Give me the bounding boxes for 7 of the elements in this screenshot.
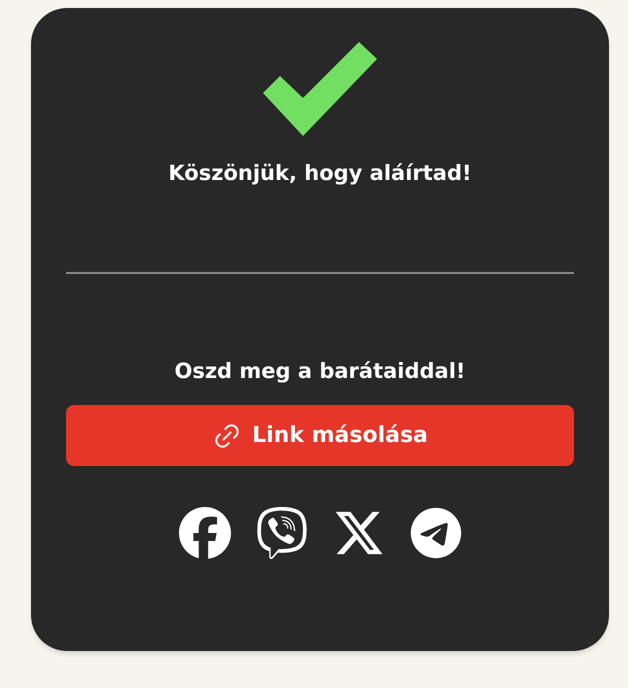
thank-you-title: Köszönjük, hogy aláírtad!: [168, 160, 472, 187]
checkmark-icon: [263, 42, 377, 136]
viber-icon[interactable]: [256, 507, 308, 559]
share-heading: Oszd meg a barátaiddal!: [174, 358, 466, 384]
facebook-icon[interactable]: [178, 507, 230, 559]
telegram-icon[interactable]: [410, 507, 462, 559]
copy-link-button[interactable]: Link másolása: [66, 405, 574, 466]
